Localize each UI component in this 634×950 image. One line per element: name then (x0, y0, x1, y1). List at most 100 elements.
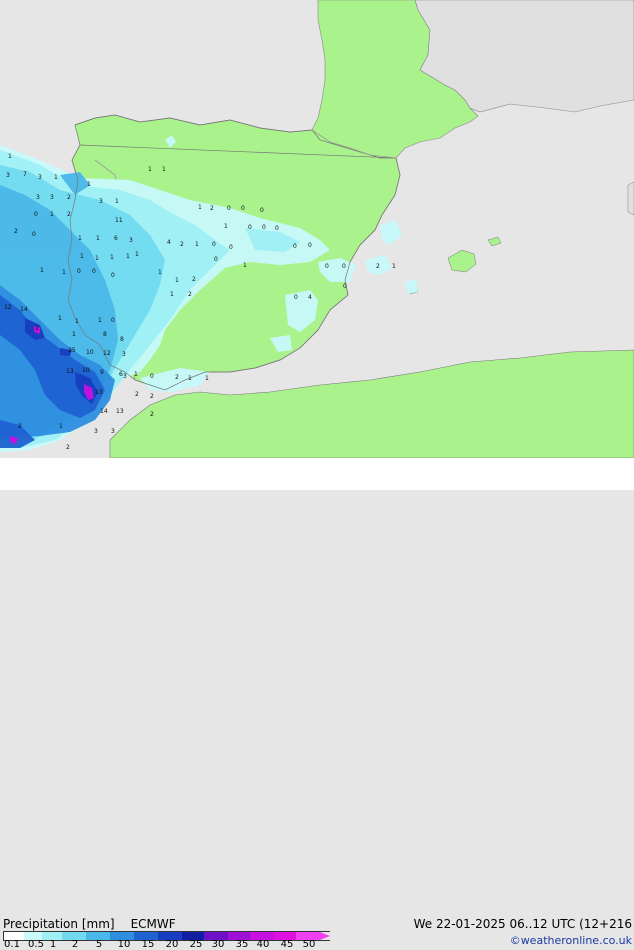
value-label: 0 (227, 205, 231, 212)
value-label: 0 (34, 211, 38, 218)
colorbar-tick-label: 20 (165, 939, 179, 950)
value-label: 1 (54, 174, 58, 181)
value-label: 1 (135, 251, 139, 258)
value-label: 0 (212, 241, 216, 248)
value-label: 2 (376, 263, 380, 270)
value-label: 1 (78, 235, 82, 242)
value-label: 0 (229, 244, 233, 251)
value-label: 25 (68, 347, 76, 354)
value-label: 1 (59, 423, 63, 430)
value-label: 3 (99, 198, 103, 205)
legend-datetime: We 22-01-2025 06..12 UTC (12+216 (413, 917, 632, 931)
value-label: 1 (243, 262, 247, 269)
value-label: 2 (180, 241, 184, 248)
value-label: 1 (95, 255, 99, 262)
value-label: 2 (188, 291, 192, 298)
value-label: 14 (20, 306, 28, 313)
value-label: 12 (4, 304, 12, 311)
value-label: 3 (111, 428, 115, 435)
value-label: 1 (195, 241, 199, 248)
value-label: 9 (100, 369, 104, 376)
value-label: 0 (325, 263, 329, 270)
value-label: 1 (392, 263, 396, 270)
value-label: 1 (170, 291, 174, 298)
value-label: 1 (72, 331, 76, 338)
value-label: 10 (86, 349, 94, 356)
legend-credit: ©weatheronline.co.uk (509, 934, 632, 947)
value-label: 0 (343, 283, 347, 290)
value-label: 0 (308, 242, 312, 249)
value-label: 3 (129, 237, 133, 244)
colorbar-tick-label: 2 (71, 939, 79, 950)
value-label: 2 (150, 411, 154, 418)
value-label: 0 (32, 231, 36, 238)
legend-model: ECMWF (130, 917, 176, 931)
value-label: 1 (224, 223, 228, 230)
colorbar-tick-label: 40 (256, 939, 270, 950)
value-label: 2 (18, 423, 22, 430)
value-label: 1 (126, 253, 130, 260)
value-label: 0 (248, 224, 252, 231)
value-label: 0 (294, 294, 298, 301)
value-label: 3 (38, 174, 42, 181)
value-label: 8 (103, 331, 107, 338)
colorbar-tick-label: 25 (189, 939, 203, 950)
map-canvas: 13 7 3 13 3 213 10 1 2112 01 1 6 311 1 1 14 2 1 01 1 0 00 11 22… (0, 0, 634, 458)
value-label: 2 (14, 228, 18, 235)
value-label: 1 (205, 375, 209, 382)
colorbar-tick-label: 15 (141, 939, 155, 950)
value-label: 12 (103, 350, 111, 357)
value-label: 1 (58, 315, 62, 322)
value-label: 0 (92, 268, 96, 275)
value-label: 4 (167, 239, 171, 246)
value-label: 1 (50, 211, 54, 218)
value-label: 1 (75, 318, 79, 325)
value-label: 3 (50, 194, 54, 201)
value-label: 13 (116, 408, 124, 415)
colorbar-tick-label: 10 (117, 939, 131, 950)
colorbar-tick-label: 5 (95, 939, 103, 950)
value-label: 3 (94, 428, 98, 435)
colorbar-tick-label: 45 (280, 939, 294, 950)
value-label: 3 (122, 351, 126, 358)
value-label: 13 (66, 368, 74, 375)
value-label: 3 (36, 194, 40, 201)
value-label: 10 (82, 367, 90, 374)
value-label: 1 (98, 317, 102, 324)
value-label: 1 (87, 181, 91, 188)
value-label: 1 (35, 325, 39, 332)
value-label: 0 (241, 205, 245, 212)
value-label: 0 (150, 373, 154, 380)
colorbar-tick-label: 0.5 (28, 939, 44, 950)
value-label: 3 (123, 373, 127, 380)
land-corsica (627, 181, 634, 216)
value-label: 2 (210, 205, 214, 212)
legend-ticks: 0.1 0.5 1 2 5 10 15 20 25 30 35 40 45 50 (0, 939, 340, 950)
value-label: 0 (111, 272, 115, 279)
value-label: 1 (188, 375, 192, 382)
value-label: 1 (134, 371, 138, 378)
value-label: 2 (67, 194, 71, 201)
value-label: 1 (40, 267, 44, 274)
value-label: 1 (148, 166, 152, 173)
value-label: 1 (162, 166, 166, 173)
value-label: 0 (77, 268, 81, 275)
colorbar-tick-label: 30 (211, 939, 225, 950)
value-label: 0 (260, 207, 264, 214)
value-label: 3 (6, 172, 10, 179)
value-label: 2 (150, 393, 154, 400)
colorbar-tick-label: 50 (302, 939, 316, 950)
value-label: 1 (198, 204, 202, 211)
value-label: 8 (120, 336, 124, 343)
value-label: 11 (115, 217, 123, 224)
value-label: 2 (66, 444, 70, 451)
colorbar-tick-label: 1 (49, 939, 57, 950)
legend-title-text: Precipitation [mm] (3, 917, 115, 931)
value-label: 1 (158, 269, 162, 276)
value-label: 6 (114, 235, 118, 242)
value-label: 14 (100, 408, 108, 415)
value-label: 2 (67, 211, 71, 218)
value-label: 0 (342, 263, 346, 270)
value-label: 1 (96, 235, 100, 242)
value-label: 7 (23, 171, 27, 178)
